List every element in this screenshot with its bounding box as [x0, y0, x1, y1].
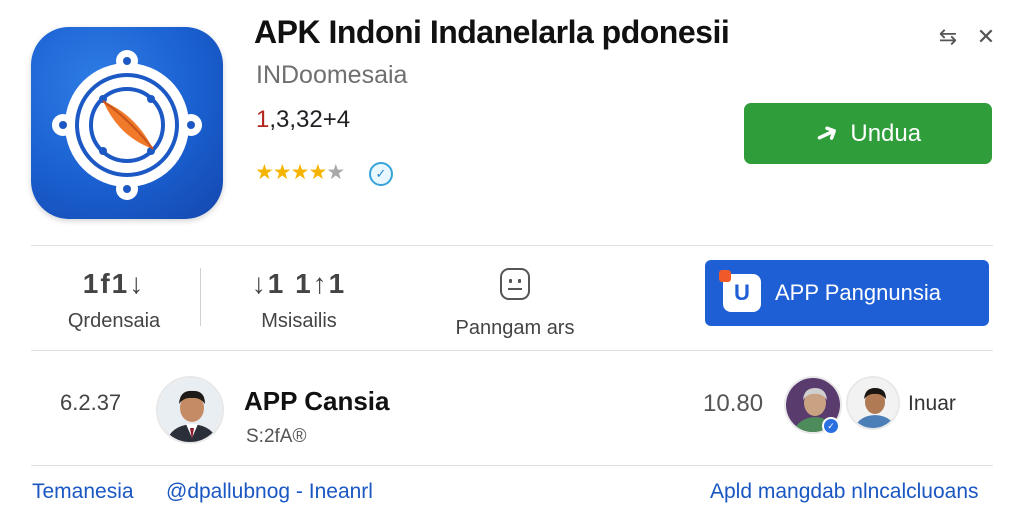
app-logo-icon: U	[719, 270, 761, 312]
stat-separator	[200, 268, 201, 326]
stat-size: ↓1 1↑1 Msisailis	[240, 268, 358, 333]
install-button[interactable]: ➜ Undua	[744, 103, 992, 164]
star-icon: ★	[290, 161, 310, 184]
divider-top	[31, 245, 993, 246]
top-actions: ⇆ ✕	[936, 24, 998, 50]
footer-link-middle[interactable]: @dpallubnog - Ineanrl	[166, 480, 373, 504]
verified-badge-icon: ✓	[822, 417, 840, 435]
star-icon: ★	[272, 161, 292, 184]
stat-rating: Panngam ars	[450, 268, 580, 340]
review-right-number: 10.80	[703, 390, 764, 417]
avatar[interactable]	[846, 376, 900, 430]
app-icon	[31, 27, 223, 219]
divider-bottom	[31, 465, 993, 466]
download-count-first: 1	[256, 106, 270, 133]
promo-button[interactable]: U APP Pangnunsia	[705, 260, 989, 326]
review-right-label: Inuar	[908, 392, 956, 415]
review-left-number: 6.2.37	[60, 390, 122, 415]
stat-downloads-label: Qrdensaia	[67, 310, 161, 332]
arrow-icon: ➜	[809, 114, 844, 153]
star-icon: ★	[308, 161, 327, 184]
divider-middle	[31, 350, 993, 351]
stat-downloads: 1f1↓ Qrdensaia	[54, 268, 174, 333]
reviewer-name: APP Cansia	[244, 386, 390, 416]
developer-name[interactable]: INDoomesaia	[256, 61, 407, 90]
download-count: 1,3,32+4	[256, 106, 350, 134]
stat-size-glyph: ↓1 1↑1	[251, 268, 347, 299]
stat-rating-label: Panngam ars	[455, 317, 575, 339]
rating-stars: ★★★★★	[255, 160, 345, 185]
verified-badge-icon: ✓	[369, 162, 393, 186]
promo-label: APP Pangnunsia	[775, 280, 941, 305]
compass-icon	[52, 50, 202, 200]
footer-link-right[interactable]: Apld mangdab nlncalcluoans	[710, 480, 979, 504]
install-label: Undua	[850, 119, 922, 147]
close-icon[interactable]: ✕	[974, 24, 998, 50]
app-title: APK Indoni Indanelarla pdonesii	[254, 14, 730, 50]
avatar[interactable]	[156, 376, 224, 444]
reviewer-subtitle: S:2fA®	[246, 426, 307, 447]
face-icon	[500, 268, 530, 300]
person-avatar-icon	[158, 378, 222, 442]
download-count-rest: ,3,32+4	[269, 106, 351, 133]
stat-size-label: Msisailis	[261, 310, 337, 332]
footer-link-left[interactable]: Temanesia	[32, 480, 134, 504]
star-icon: ★	[326, 161, 345, 184]
share-icon[interactable]: ⇆	[936, 24, 960, 50]
person-avatar-icon	[848, 378, 898, 428]
star-icon: ★	[255, 161, 274, 184]
stat-downloads-glyph: 1f1↓	[82, 268, 146, 299]
